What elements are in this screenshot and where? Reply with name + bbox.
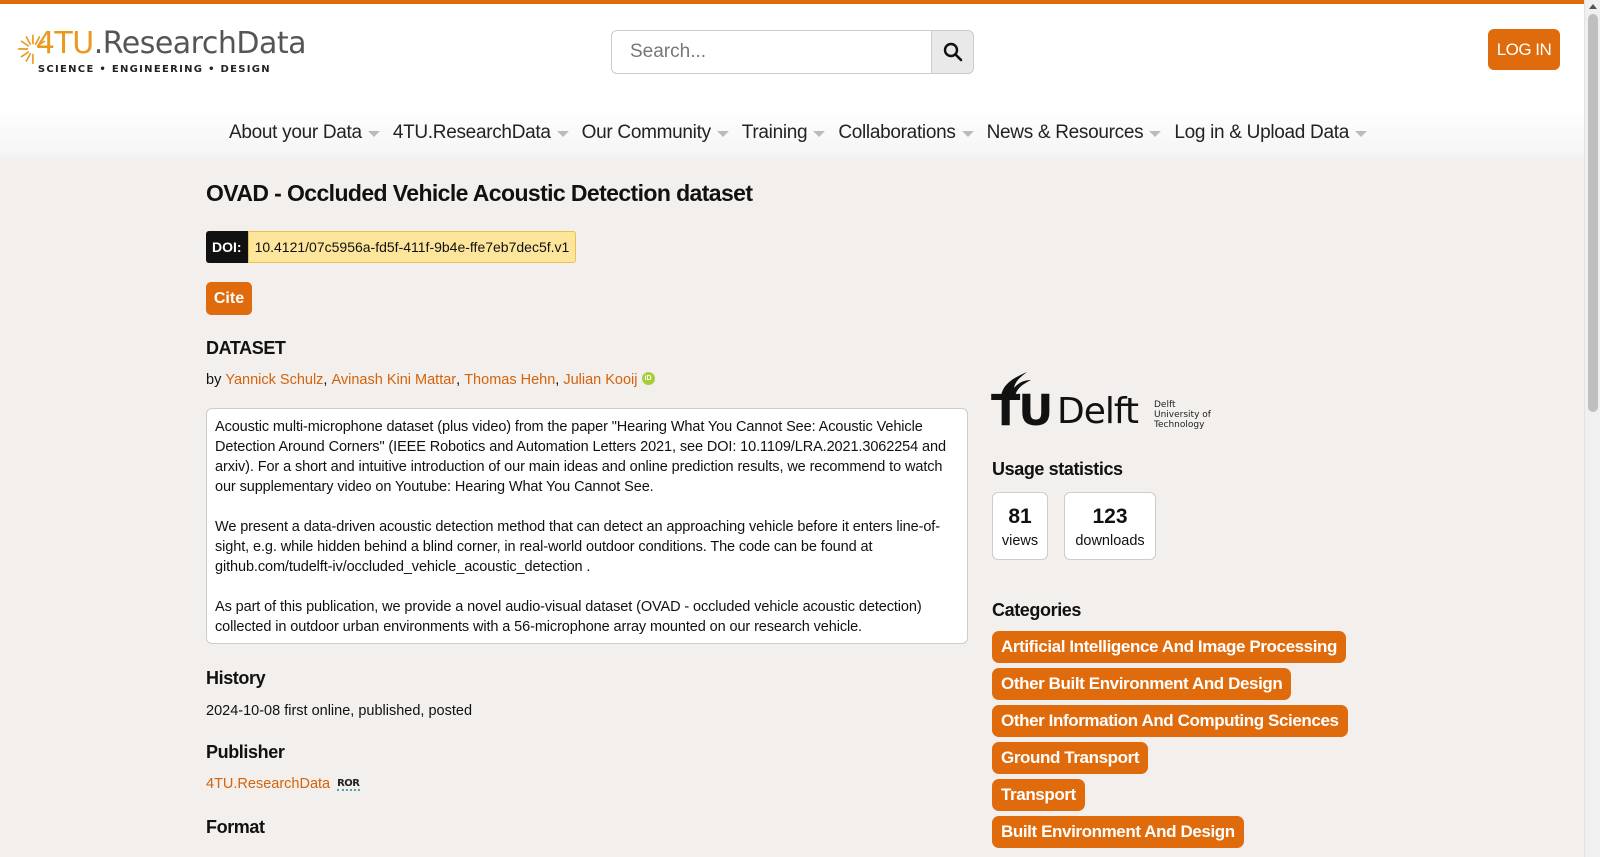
category-tag[interactable]: Other Information And Computing Sciences: [992, 705, 1348, 737]
ror-icon[interactable]: ROR: [337, 778, 360, 791]
author-link[interactable]: Thomas Hehn: [464, 372, 555, 388]
nav-news-resources[interactable]: News & Resources: [987, 115, 1162, 151]
doi-label: DOI:: [206, 231, 248, 263]
category-tag[interactable]: Transport: [992, 779, 1085, 811]
logo-small-text: Technology: [1154, 420, 1205, 430]
history-text: 2024-10-08 first online, published, post…: [206, 703, 473, 719]
usage-statistics-heading: Usage statistics: [992, 459, 1123, 479]
downloads-stat: 123 downloads: [1064, 492, 1156, 560]
search-bar: [611, 30, 974, 74]
caret-down-icon: [961, 131, 974, 137]
category-tag[interactable]: Built Environment And Design: [992, 816, 1244, 848]
caret-down-icon: [556, 131, 569, 137]
categories-heading: Categories: [992, 600, 1082, 620]
downloads-label: downloads: [1075, 533, 1145, 549]
logo-wordmark: 4TU.ResearchData: [35, 26, 307, 61]
category-tag[interactable]: Ground Transport: [992, 742, 1149, 774]
scroll-up-arrow-icon[interactable]: [1589, 4, 1597, 9]
description-paragraph: Acoustic multi-microphone dataset (plus …: [215, 419, 946, 495]
dataset-title: OVAD - Occluded Vehicle Acoustic Detecti…: [206, 180, 753, 206]
caret-down-icon: [813, 131, 826, 137]
logo-small-text: University of: [1154, 410, 1211, 420]
nav-login-upload[interactable]: Log in & Upload Data: [1174, 115, 1367, 151]
downloads-count: 123: [1092, 505, 1128, 528]
description-paragraph: As part of this publication, we provide …: [215, 599, 922, 635]
author-link[interactable]: Yannick Schulz: [225, 372, 323, 388]
author-line: by Yannick Schulz, Avinash Kini Mattar, …: [206, 371, 655, 388]
publisher-heading: Publisher: [206, 742, 285, 762]
author-link[interactable]: Julian Kooij: [563, 372, 637, 388]
logo-small-text: Delft: [1154, 400, 1176, 410]
category-tag[interactable]: Other Built Environment And Design: [992, 668, 1292, 700]
publisher-link[interactable]: 4TU.ResearchData ROR: [206, 776, 360, 792]
history-heading: History: [206, 668, 266, 688]
caret-down-icon: [1149, 131, 1162, 137]
dataset-type-label: DATASET: [206, 338, 286, 358]
logo-tagline: SCIENCE • ENGINEERING • DESIGN: [37, 64, 271, 75]
orcid-icon[interactable]: iD: [641, 371, 655, 385]
nav-training[interactable]: Training: [742, 115, 826, 151]
search-icon: [943, 42, 962, 62]
views-count: 81: [1008, 505, 1032, 528]
scroll-thumb[interactable]: [1588, 14, 1598, 412]
description-paragraph: We present a data-driven acoustic detect…: [215, 519, 940, 575]
tudelft-logo: TU Delft Delft University of Technology: [991, 370, 1221, 434]
nav-collaborations[interactable]: Collaborations: [838, 115, 974, 151]
author-link[interactable]: Avinash Kini Mattar: [331, 372, 456, 388]
cite-button[interactable]: Cite: [206, 282, 252, 315]
views-label: views: [1001, 533, 1039, 549]
caret-down-icon: [367, 131, 380, 137]
nav-about-your-data[interactable]: About your Data: [229, 115, 380, 151]
dataset-description: Acoustic multi-microphone dataset (plus …: [206, 408, 968, 644]
nav-4tu-researchdata[interactable]: 4TU.ResearchData: [393, 115, 569, 151]
views-stat: 81 views: [992, 492, 1048, 560]
site-header: 4TU.ResearchData SCIENCE • ENGINEERING •…: [0, 4, 1584, 157]
tu-mark: TU: [991, 386, 1053, 436]
format-heading: Format: [206, 817, 265, 837]
category-tag[interactable]: Artificial Intelligence And Image Proces…: [992, 631, 1347, 663]
search-input[interactable]: [611, 30, 931, 74]
login-button[interactable]: LOG IN: [1488, 29, 1560, 70]
doi-badge: DOI: 10.4121/07c5956a-fd5f-411f-9b4e-ffe…: [206, 231, 577, 263]
caret-down-icon: [716, 131, 729, 137]
page-scrollbar[interactable]: [1584, 0, 1600, 857]
caret-down-icon: [1354, 131, 1367, 137]
main-nav: About your Data 4TU.ResearchData Our Com…: [0, 109, 1584, 157]
site-logo[interactable]: 4TU.ResearchData SCIENCE • ENGINEERING •…: [16, 18, 307, 84]
doi-value[interactable]: 10.4121/07c5956a-fd5f-411f-9b4e-ffe7eb7d…: [247, 231, 577, 263]
delft-wordmark: Delft: [1057, 391, 1139, 432]
search-button[interactable]: [931, 30, 974, 74]
nav-our-community[interactable]: Our Community: [582, 115, 729, 151]
